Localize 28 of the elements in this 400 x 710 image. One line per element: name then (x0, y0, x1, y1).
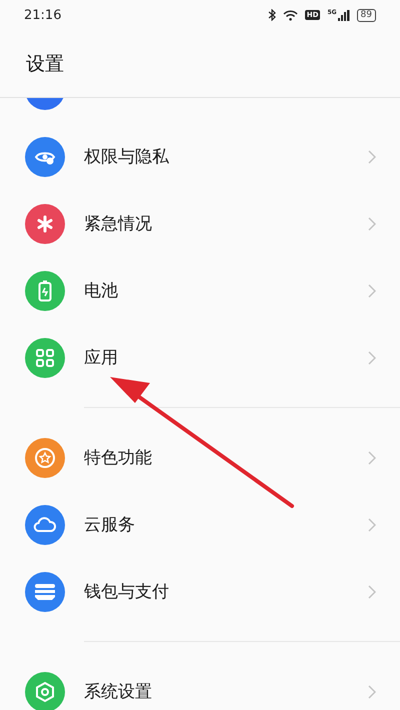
chevron-icon (368, 684, 376, 698)
hexagon-icon (34, 680, 56, 702)
chevron-icon (368, 584, 376, 598)
battery-indicator: 89 (356, 8, 376, 22)
asterisk-icon (35, 214, 55, 234)
chevron-icon (368, 350, 376, 364)
page-title: 设置 (26, 52, 64, 76)
settings-item[interactable]: 紧急情况 (0, 190, 400, 257)
signal-icon (338, 10, 350, 20)
cloud-icon (33, 516, 57, 534)
settings-item[interactable]: 权限与隐私 (0, 123, 400, 190)
bluetooth-icon (268, 9, 276, 21)
battery-icon (38, 280, 52, 302)
settings-item[interactable]: 特色功能 (0, 424, 400, 491)
clock-time: 21:16 (24, 8, 62, 22)
settings-item[interactable]: 电池 (0, 257, 400, 324)
grid-icon (35, 348, 55, 368)
wifi-icon (282, 10, 298, 20)
settings-item[interactable]: 钱包与支付 (0, 558, 400, 625)
chevron-icon (368, 518, 376, 532)
chevron-icon (368, 216, 376, 230)
chevron-icon (368, 284, 376, 298)
wallet-icon (33, 582, 57, 600)
chevron-icon (368, 450, 376, 464)
settings-item[interactable]: 系统设置 (0, 658, 400, 710)
settings-item[interactable]: 云服务 (0, 491, 400, 558)
chevron-icon (368, 150, 376, 164)
settings-item[interactable]: 应用 (0, 324, 400, 391)
